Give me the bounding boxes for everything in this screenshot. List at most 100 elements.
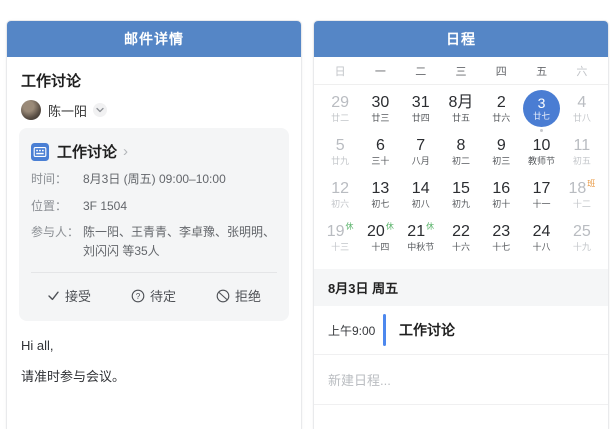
calendar-day-9[interactable]: 9初三 (481, 133, 521, 176)
day-lunar-label: 十一 (533, 200, 551, 209)
day-number: 12 (331, 181, 349, 197)
calendar-day-25[interactable]: 25十九 (562, 219, 602, 262)
mail-body: Hi all, 请准时参与会议。 (21, 338, 287, 385)
calendar-day-10[interactable]: 10 教师节 (521, 133, 561, 176)
calendar-day-3[interactable]: 3廿七 (521, 90, 561, 133)
meeting-participants-row: 参与人： 陈一阳、王青青、李卓豫、张明明、刘闪闪 等35人 (31, 223, 277, 260)
meeting-actions: 接受 ? 待定 拒绝 (31, 273, 277, 321)
decline-button[interactable]: 拒绝 (216, 286, 261, 305)
day-number: 22 (452, 224, 470, 240)
calendar-day-11[interactable]: 11初五 (562, 133, 602, 176)
mail-detail-panel: 邮件详情 工作讨论 陈一阳 工作讨论 (6, 20, 302, 429)
day-number: 29 (331, 95, 349, 111)
day-number: 6 (376, 138, 385, 154)
calendar-day-8月[interactable]: 8月廿五 (441, 90, 481, 133)
day-lunar-label: 廿八 (573, 114, 591, 123)
day-lunar-label: 廿四 (412, 114, 430, 123)
day-number: 5 (336, 138, 345, 154)
day-number: 3 (538, 96, 546, 110)
rest-day-badge: 休 (426, 223, 434, 231)
calendar-day-18[interactable]: 18班十二 (562, 176, 602, 219)
calendar-day-31[interactable]: 31廿四 (401, 90, 441, 133)
day-number: 21 (407, 224, 425, 240)
calendar-day-2[interactable]: 2廿六 (481, 90, 521, 133)
calendar-day-16[interactable]: 16初十 (481, 176, 521, 219)
app-window: 邮件详情 工作讨论 陈一阳 工作讨论 (0, 0, 610, 429)
calendar-day-17[interactable]: 17 十一 (521, 176, 561, 219)
selected-date-bar: 8月3日 周五 (314, 269, 608, 306)
calendar-day-4[interactable]: 4 廿八 (562, 90, 602, 133)
calendar-day-21[interactable]: 21休中秋节 (401, 219, 441, 262)
sender-avatar (21, 100, 41, 120)
tentative-label: 待定 (150, 286, 176, 305)
calendar-day-7[interactable]: 7 八月 (401, 133, 441, 176)
calendar-day-8[interactable]: 8初二 (441, 133, 481, 176)
day-number: 4 (577, 95, 586, 111)
day-lunar-label: 八月 (412, 157, 430, 166)
participants-value: 陈一阳、王青青、李卓豫、张明明、刘闪闪 等35人 (83, 223, 277, 260)
day-number: 24 (533, 224, 551, 240)
day-lunar-label: 初二 (452, 157, 470, 166)
work-day-badge: 班 (587, 180, 595, 188)
day-number: 14 (412, 181, 430, 197)
chevron-right-icon: › (123, 144, 128, 159)
weekday-label: 三 (441, 63, 481, 79)
mail-body-line: 请准时参与会议。 (21, 366, 287, 385)
day-number: 2 (497, 95, 506, 111)
day-number: 18 (568, 181, 586, 197)
weekday-label: 五 (521, 63, 561, 79)
meeting-location-row: 位置： 3F 1504 (31, 197, 277, 216)
event-dot (540, 129, 543, 132)
calendar-icon (31, 143, 49, 161)
day-lunar-label: 十三 (331, 243, 349, 252)
calendar-day-20[interactable]: 20休十四 (360, 219, 400, 262)
schedule-panel-title: 日程 (314, 21, 608, 57)
day-number: 17 (533, 181, 551, 197)
time-value: 8月3日 (周五) 09:00–10:00 (83, 170, 226, 189)
calendar-day-29[interactable]: 29 廿二 (320, 90, 360, 133)
calendar-day-24[interactable]: 24十八 (521, 219, 561, 262)
schedule-panel: 日程 日一二三四五六 29廿二30廿三31廿四8月廿五2廿六3廿七4廿八5廿九6… (313, 20, 609, 429)
location-label: 位置： (31, 197, 83, 216)
day-lunar-label: 教师节 (528, 157, 555, 166)
day-lunar-label: 初十 (492, 200, 510, 209)
calendar-day-22[interactable]: 22十六 (441, 219, 481, 262)
accept-button[interactable]: 接受 (47, 286, 91, 305)
sender-row[interactable]: 陈一阳 (21, 100, 287, 120)
day-number: 23 (492, 224, 510, 240)
time-label: 时间： (31, 170, 83, 189)
day-number: 7 (416, 138, 425, 154)
calendar-day-6[interactable]: 6三十 (360, 133, 400, 176)
event-color-bar (383, 314, 386, 346)
calendar-day-12[interactable]: 12初六 (320, 176, 360, 219)
calendar-day-19[interactable]: 19休十三 (320, 219, 360, 262)
calendar-day-5[interactable]: 5廿九 (320, 133, 360, 176)
calendar-day-15[interactable]: 15初九 (441, 176, 481, 219)
accept-label: 接受 (65, 286, 91, 305)
calendar-day-30[interactable]: 30廿三 (360, 90, 400, 133)
forbidden-icon (216, 289, 230, 303)
calendar-day-13[interactable]: 13初七 (360, 176, 400, 219)
new-event-input[interactable]: 新建日程... (314, 355, 608, 405)
day-number: 25 (573, 224, 591, 240)
tentative-button[interactable]: ? 待定 (131, 286, 176, 305)
day-lunar-label: 十七 (492, 243, 510, 252)
day-number: 20 (367, 224, 385, 240)
location-value: 3F 1504 (83, 197, 127, 216)
day-lunar-label: 廿二 (331, 114, 349, 123)
chevron-down-icon (96, 107, 104, 113)
rest-day-badge: 休 (346, 223, 354, 231)
calendar-day-23[interactable]: 23 十七 (481, 219, 521, 262)
schedule-event-row[interactable]: 上午9:00 工作讨论 (314, 306, 608, 355)
calendar-day-14[interactable]: 14 初八 (401, 176, 441, 219)
weekday-row: 日一二三四五六 (314, 57, 608, 85)
meeting-card-link[interactable]: 工作讨论 › (31, 141, 277, 162)
decline-label: 拒绝 (235, 286, 261, 305)
day-lunar-label: 十四 (371, 243, 389, 252)
day-number: 10 (533, 138, 551, 154)
day-number: 15 (452, 181, 470, 197)
day-lunar-label: 初八 (412, 200, 430, 209)
question-circle-icon: ? (131, 289, 145, 303)
day-number: 19 (327, 224, 345, 240)
sender-expand-button[interactable] (93, 103, 107, 117)
